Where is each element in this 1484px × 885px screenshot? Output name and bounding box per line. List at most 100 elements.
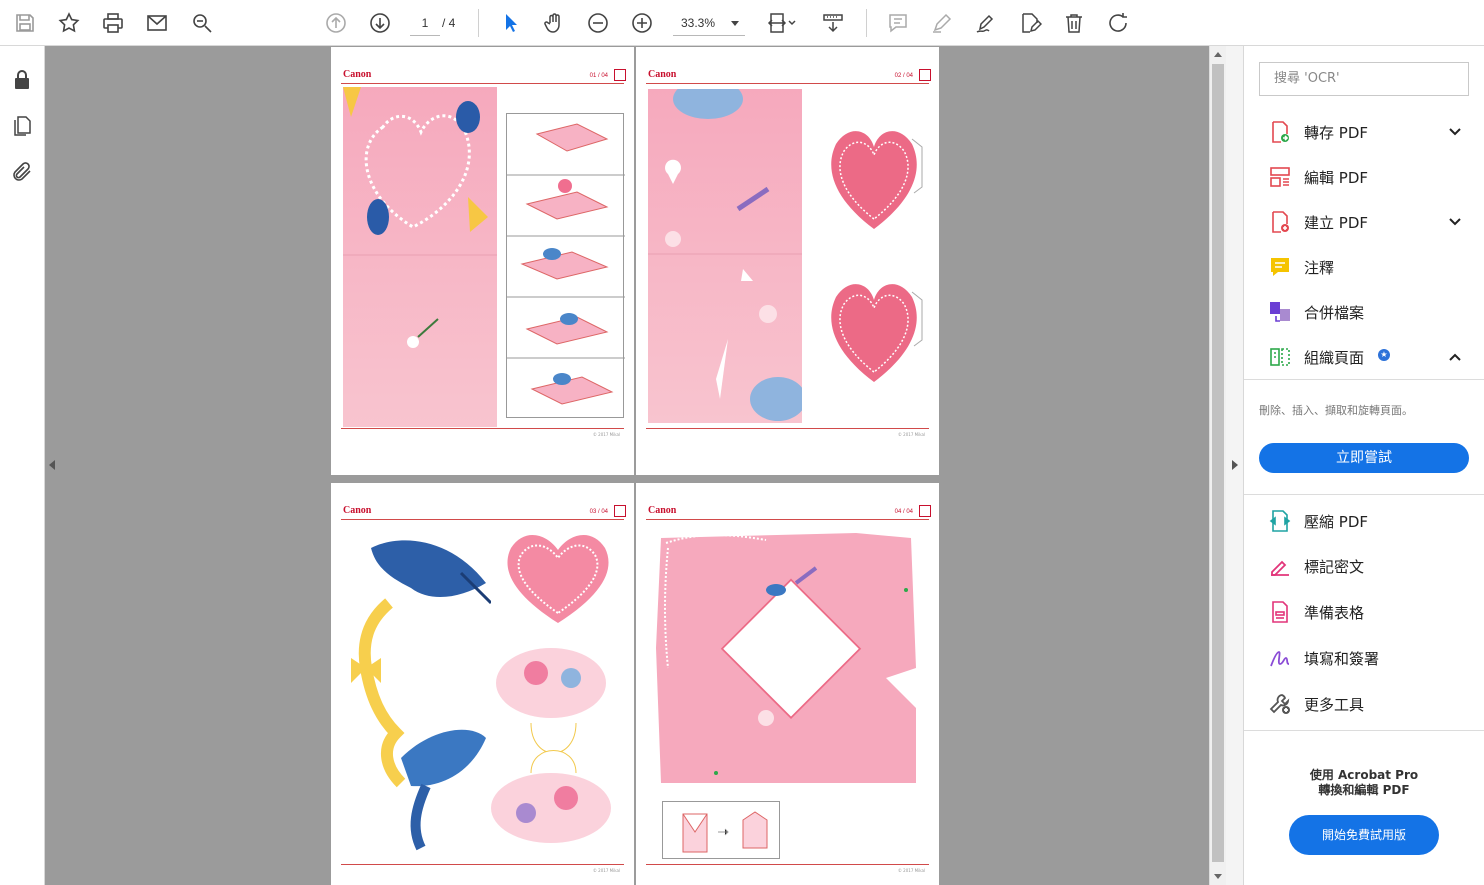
rotate-icon[interactable] <box>1103 8 1133 38</box>
pink-heart-wreath-art <box>343 87 497 427</box>
comment-icon[interactable] <box>883 8 913 38</box>
collapse-left-panel-icon[interactable] <box>49 460 55 470</box>
fill-sign-icon <box>1268 646 1292 670</box>
page-corner-logo <box>614 505 626 517</box>
page-corner-logo <box>919 505 931 517</box>
left-navigation-rail <box>0 46 45 885</box>
zoom-level-select[interactable]: 33.3% <box>673 10 745 36</box>
pdf-page-1[interactable]: Canon 01 / 04 © 2017 Mikal <box>331 47 634 475</box>
promo-text-line2: 轉換和編輯 PDF <box>1318 783 1410 797</box>
next-page-icon[interactable] <box>365 8 395 38</box>
chevron-down-icon[interactable] <box>1448 124 1462 138</box>
section-divider <box>1244 494 1484 495</box>
tool-compress-pdf[interactable]: 壓縮 PDF <box>1244 501 1484 541</box>
page-number-input[interactable]: 1 <box>410 10 440 36</box>
comment-icon <box>1268 255 1292 279</box>
create-pdf-icon <box>1268 210 1292 234</box>
scroll-mode-icon[interactable] <box>818 8 848 38</box>
lock-icon[interactable] <box>10 68 34 92</box>
tool-export-pdf[interactable]: 轉存 PDF <box>1244 112 1484 152</box>
print-icon[interactable] <box>98 8 128 38</box>
page-copyright: © 2017 Mikal <box>592 868 620 873</box>
page-corner-logo <box>614 69 626 81</box>
envelope-fold-steps <box>662 801 780 859</box>
tool-create-pdf[interactable]: 建立 PDF <box>1244 202 1484 242</box>
vertical-scrollbar[interactable] <box>1209 46 1226 885</box>
prev-page-icon[interactable] <box>321 8 351 38</box>
redact-icon <box>1268 554 1292 578</box>
document-viewport[interactable]: Canon 01 / 04 © 2017 Mikal Canon 02 / 04… <box>45 46 1209 885</box>
more-tools-icon <box>1268 692 1292 716</box>
scroll-down-arrow-icon[interactable] <box>1214 874 1222 879</box>
page-thumbnails-icon[interactable] <box>10 114 34 138</box>
page-total: / 4 <box>442 16 456 30</box>
tool-label: 轉存 PDF <box>1304 124 1368 142</box>
hand-tool-icon[interactable] <box>539 8 569 38</box>
bookmark-star-icon[interactable] <box>54 8 84 38</box>
footer-rule <box>341 864 624 865</box>
page-brand-logo: Canon <box>343 69 372 80</box>
page-corner-logo <box>919 69 931 81</box>
scrollbar-thumb[interactable] <box>1212 64 1224 862</box>
page-fit-icon[interactable] <box>761 8 801 38</box>
header-rule <box>341 83 624 84</box>
chevron-up-icon[interactable] <box>1448 349 1462 363</box>
zoom-out-icon[interactable] <box>583 8 613 38</box>
delete-trash-icon[interactable] <box>1059 8 1089 38</box>
try-now-button[interactable]: 立即嘗試 <box>1259 443 1469 473</box>
email-icon[interactable] <box>142 8 172 38</box>
acrobat-window: 1 / 4 33.3% Canon 01 / 04 © 2017 Mikal C… <box>0 0 1484 885</box>
toolbar-separator <box>866 9 867 37</box>
highlight-pen-icon[interactable] <box>927 8 957 38</box>
heart-thank-you-art <box>831 284 923 382</box>
tools-search-input[interactable]: 搜尋 'OCR' <box>1259 62 1469 96</box>
pdf-page-4[interactable]: Canon 04 / 04 © 2017 Mikal <box>636 483 939 885</box>
organize-description: 刪除、插入、擷取和旋轉頁面。 <box>1259 404 1413 417</box>
bluebirds-ribbon-art <box>351 540 491 851</box>
page-number-label: 02 / 04 <box>894 73 913 79</box>
pdf-page-2[interactable]: Canon 02 / 04 © 2017 Mikal <box>636 47 939 475</box>
collapse-right-panel-icon[interactable] <box>1232 460 1238 470</box>
zoom-in-icon[interactable] <box>627 8 657 38</box>
tool-label: 填寫和簽署 <box>1304 650 1380 668</box>
page-brand-logo: Canon <box>648 505 677 516</box>
tool-fill-sign[interactable]: 填寫和簽署 <box>1244 638 1484 678</box>
flower-bouquet-art <box>491 648 611 843</box>
page-number-label: 03 / 04 <box>589 509 608 515</box>
tool-more-tools[interactable]: 更多工具 <box>1244 684 1484 724</box>
heart-wreath-art <box>507 535 609 623</box>
save-icon[interactable] <box>10 8 40 38</box>
attachment-paperclip-icon[interactable] <box>10 160 34 184</box>
tool-label: 更多工具 <box>1304 696 1365 714</box>
search-zoom-icon[interactable] <box>187 8 217 38</box>
header-rule <box>646 519 929 520</box>
edit-text-icon[interactable] <box>1015 8 1045 38</box>
tool-edit-pdf[interactable]: 編輯 PDF <box>1244 157 1484 197</box>
page-number-label: 04 / 04 <box>894 509 913 515</box>
page-number-label: 01 / 04 <box>589 73 608 79</box>
tool-redact[interactable]: 標記密文 <box>1244 546 1484 586</box>
sign-pen-icon[interactable] <box>971 8 1001 38</box>
organize-pages-icon <box>1268 345 1292 369</box>
page-brand-logo: Canon <box>648 69 677 80</box>
compress-pdf-icon <box>1268 509 1292 533</box>
tool-prepare-form[interactable]: 準備表格 <box>1244 592 1484 632</box>
tool-label: 組織頁面 <box>1304 349 1365 367</box>
chevron-down-icon[interactable] <box>1448 214 1462 228</box>
tool-label: 準備表格 <box>1304 604 1365 622</box>
right-panel-toggle-strip <box>1226 46 1244 885</box>
assembly-steps-panel <box>506 113 625 418</box>
tool-comment[interactable]: 注釋 <box>1244 247 1484 287</box>
section-divider <box>1244 730 1484 731</box>
combine-files-icon <box>1268 300 1292 324</box>
tool-label: 合併檔案 <box>1304 304 1365 322</box>
scroll-up-arrow-icon[interactable] <box>1214 52 1222 57</box>
start-free-trial-button[interactable]: 開始免費試用版 <box>1289 815 1439 855</box>
tool-label: 建立 PDF <box>1304 214 1368 232</box>
page-copyright: © 2017 Mikal <box>897 432 925 437</box>
tool-combine-files[interactable]: 合併檔案 <box>1244 292 1484 332</box>
pdf-page-3[interactable]: Canon 03 / 04 © 2017 Mikal <box>331 483 634 885</box>
tool-label: 注釋 <box>1304 259 1335 277</box>
tool-organize-pages[interactable]: 組織頁面 ★ <box>1244 337 1484 377</box>
select-cursor-icon[interactable] <box>495 8 525 38</box>
